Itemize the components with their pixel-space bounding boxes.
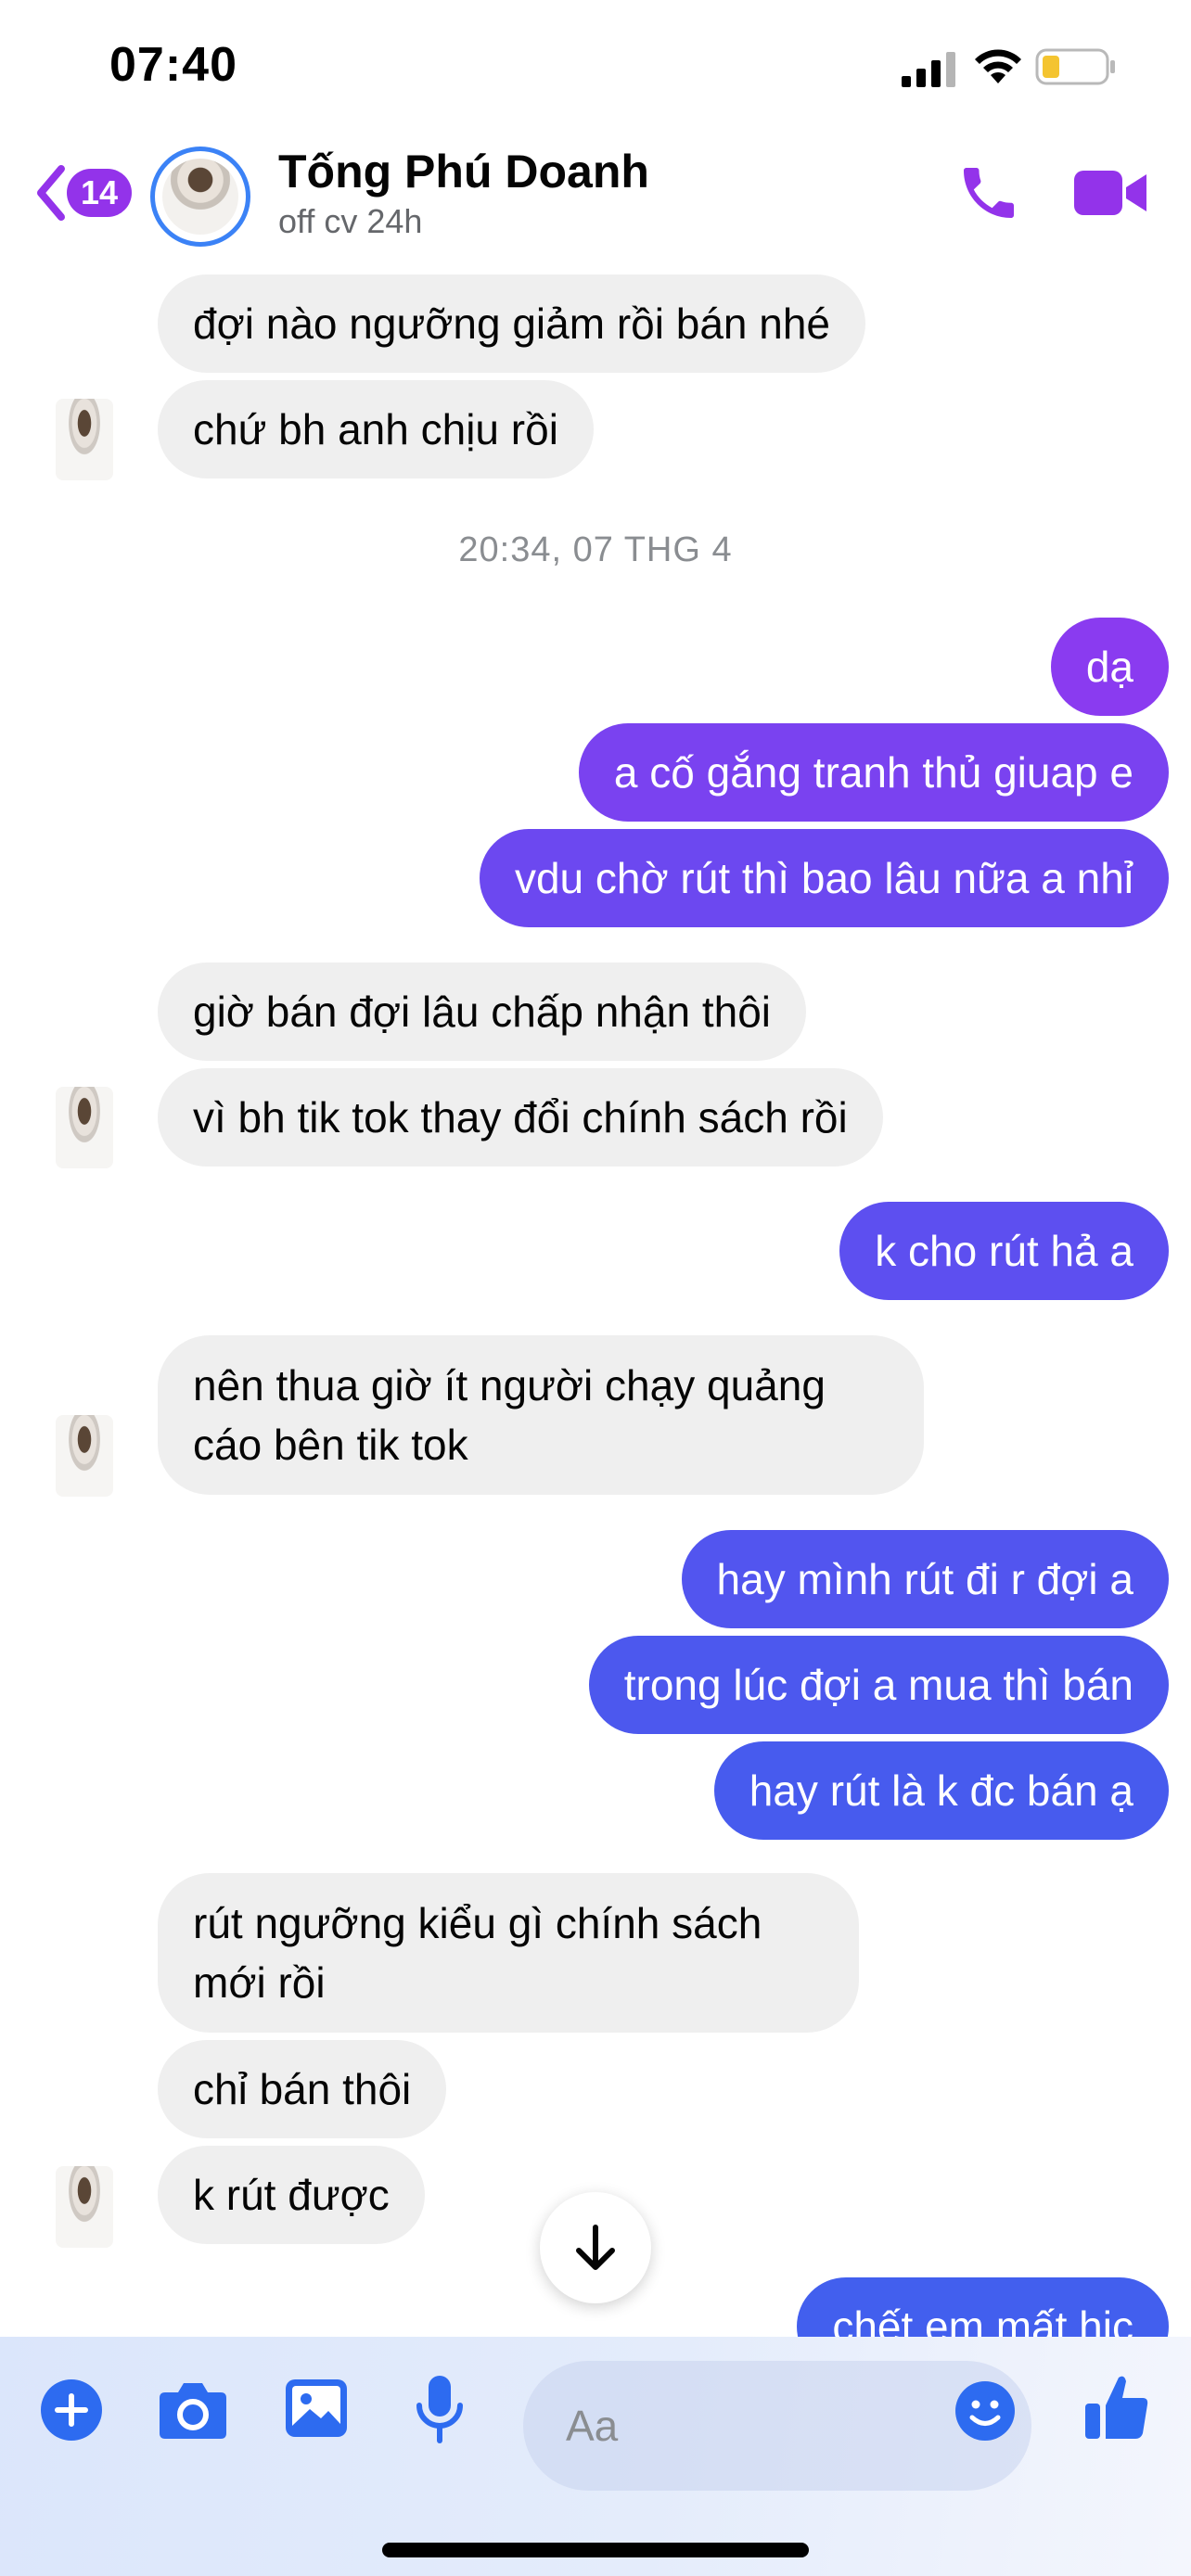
emoji-icon[interactable] <box>954 2379 1017 2442</box>
plus-icon[interactable] <box>39 2378 104 2442</box>
cellular-signal-icon <box>902 52 955 87</box>
camera-icon[interactable] <box>158 2379 228 2441</box>
contact-status: off cv 24h <box>278 202 423 240</box>
back-button[interactable]: 14 <box>33 163 135 223</box>
thumbs-up-icon[interactable] <box>1083 2372 1150 2442</box>
message-incoming[interactable]: nên thua giờ ít người chạy quảng cáo bên… <box>158 1335 924 1495</box>
phone-call-icon[interactable] <box>955 159 1022 226</box>
composer-bar <box>0 2337 1191 2576</box>
microphone-icon[interactable] <box>414 2374 466 2444</box>
message-incoming[interactable]: k rút được <box>158 2146 425 2244</box>
sender-avatar[interactable] <box>56 399 113 480</box>
arrow-down-icon <box>576 2225 615 2270</box>
wifi-icon <box>975 49 1021 83</box>
message-timestamp: 20:34, 07 THG 4 <box>458 530 733 569</box>
message-incoming[interactable]: vì bh tik tok thay đổi chính sách rồi <box>158 1068 883 1167</box>
message-outgoing[interactable]: dạ <box>1050 618 1169 716</box>
unread-count-badge: 14 <box>67 169 132 217</box>
contact-avatar[interactable] <box>150 147 250 247</box>
chat-header: 14 Tống Phú Doanh off cv 24h <box>0 139 1191 260</box>
sender-avatar[interactable] <box>56 1087 113 1168</box>
message-outgoing[interactable]: hay rút là k đc bán ạ <box>713 1741 1169 1840</box>
message-incoming[interactable]: giờ bán đợi lâu chấp nhận thôi <box>158 963 806 1061</box>
video-call-icon[interactable] <box>1072 163 1148 223</box>
status-time: 07:40 <box>109 38 237 92</box>
message-outgoing[interactable]: k cho rút hả a <box>839 1202 1169 1300</box>
message-incoming[interactable]: rút ngưỡng kiểu gì chính sách mới rồi <box>158 1873 859 2033</box>
message-incoming[interactable]: chứ bh anh chịu rồi <box>158 380 594 478</box>
scroll-to-bottom-button[interactable] <box>540 2192 651 2303</box>
battery-icon <box>1035 48 1115 85</box>
chevron-left-icon <box>37 165 65 221</box>
message-incoming[interactable]: đợi nào ngưỡng giảm rồi bán nhé <box>158 274 866 373</box>
message-incoming[interactable]: chỉ bán thôi <box>158 2040 447 2138</box>
message-outgoing[interactable]: trong lúc đợi a mua thì bán <box>588 1636 1169 1734</box>
status-bar: 07:40 <box>0 0 1191 139</box>
message-outgoing[interactable]: hay mình rút đi r đợi a <box>681 1530 1169 1628</box>
home-indicator <box>382 2543 809 2557</box>
message-outgoing[interactable]: vdu chờ rút thì bao lâu nữa a nhỉ <box>479 829 1169 927</box>
contact-name[interactable]: Tống Phú Doanh <box>278 145 649 198</box>
message-outgoing[interactable]: a cố gắng tranh thủ giuap e <box>578 723 1169 822</box>
sender-avatar[interactable] <box>56 2166 113 2248</box>
image-icon[interactable] <box>284 2378 349 2439</box>
sender-avatar[interactable] <box>56 1415 113 1497</box>
